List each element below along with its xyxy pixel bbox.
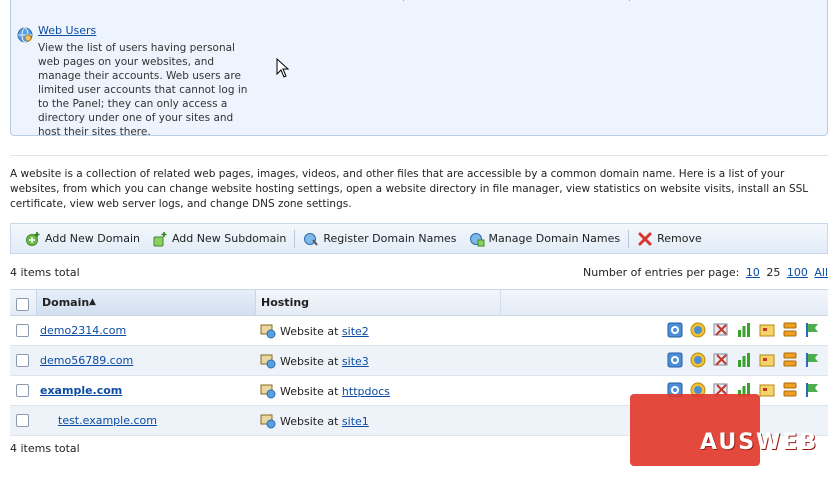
mouse-cursor-icon (276, 58, 290, 78)
add-new-domain-button[interactable]: Add New Domain (19, 228, 146, 250)
table-header: Domain ▲ Hosting (10, 290, 828, 316)
domain-column-header[interactable]: Domain ▲ (36, 290, 256, 315)
entries-per-page-label: Number of entries per page: (583, 266, 740, 279)
per-page-10[interactable]: 10 (746, 266, 760, 279)
watermark-text: AUSWEB (700, 430, 819, 455)
remove-button[interactable]: Remove (631, 228, 708, 250)
website-icon (260, 384, 276, 399)
open-in-browser-icon[interactable] (666, 351, 684, 369)
select-all-checkbox[interactable] (16, 298, 29, 311)
row-checkbox[interactable] (16, 414, 29, 427)
web-users-icon[interactable] (16, 26, 34, 44)
settings-tools-icon[interactable] (712, 351, 730, 369)
hosting-cell: Website at site2 (260, 323, 369, 339)
items-total-top: 4 items total (10, 266, 80, 279)
register-domain-names-button[interactable]: Register Domain Names (297, 228, 462, 250)
sort-ascending-icon: ▲ (89, 297, 96, 307)
toolbar-separator (294, 229, 296, 248)
hosting-cell: Website at site1 (260, 413, 369, 429)
subdomain-link[interactable]: test.example.com (58, 414, 157, 427)
column-divider (500, 290, 501, 315)
website-icon (260, 324, 276, 339)
domain-link[interactable]: demo2314.com (40, 324, 126, 337)
hosting-prefix: Website at (280, 354, 339, 368)
web-users-description: View the list of users having personal w… (38, 42, 248, 138)
hosting-cell: Website at httpdocs (260, 383, 390, 399)
hosting-target-link[interactable]: site3 (342, 355, 369, 368)
divider-tick (629, 0, 630, 1)
website-icon (260, 354, 276, 369)
items-total-bottom: 4 items total (10, 442, 80, 455)
add-domain-icon (26, 231, 40, 246)
remove-icon (638, 232, 652, 245)
hosting-target-link[interactable]: site1 (342, 415, 369, 428)
dns-settings-icon[interactable] (804, 381, 822, 399)
hosting-prefix: Website at (280, 324, 339, 338)
toolbar-separator (628, 229, 630, 248)
hosting-column-header[interactable]: Hosting (261, 296, 309, 309)
database-icon[interactable] (781, 381, 799, 399)
web-users-link[interactable]: Web Users (38, 24, 96, 37)
hosting-target-link[interactable]: httpdocs (342, 385, 390, 398)
per-page-all[interactable]: All (814, 266, 828, 279)
manage-domain-names-label: Manage Domain Names (488, 232, 621, 245)
add-new-domain-label: Add New Domain (45, 232, 140, 245)
row-actions (666, 351, 827, 369)
separator (10, 155, 828, 156)
add-new-subdomain-button[interactable]: Add New Subdomain (146, 228, 292, 250)
per-page-25-selected: 25 (766, 266, 781, 279)
web-browser-globe-icon[interactable] (689, 351, 707, 369)
statistics-chart-icon[interactable] (735, 321, 753, 339)
domain-link-primary[interactable]: example.com (40, 384, 122, 397)
row-checkbox[interactable] (16, 354, 29, 367)
domain-link[interactable]: demo56789.com (40, 354, 133, 367)
divider-tick (403, 0, 404, 1)
domains-toolbar: Add New Domain Add New Subdomain Registe… (10, 223, 828, 254)
hosting-cell: Website at site3 (260, 353, 369, 369)
add-subdomain-icon (153, 231, 167, 246)
ssl-certificate-icon[interactable] (758, 381, 776, 399)
register-domain-icon (304, 232, 319, 246)
row-actions (666, 321, 827, 339)
row-checkbox[interactable] (16, 384, 29, 397)
hosting-prefix: Website at (280, 414, 339, 428)
websites-intro-text: A website is a collection of related web… (10, 168, 809, 210)
register-domain-names-label: Register Domain Names (323, 232, 457, 245)
statistics-chart-icon[interactable] (735, 351, 753, 369)
website-icon (260, 414, 276, 429)
remove-label: Remove (657, 232, 702, 245)
domain-header-label: Domain (42, 296, 90, 309)
settings-tools-icon[interactable] (712, 321, 730, 339)
open-in-browser-icon[interactable] (666, 321, 684, 339)
entries-per-page: Number of entries per page: 10 25 100 Al… (580, 266, 828, 279)
web-browser-globe-icon[interactable] (689, 321, 707, 339)
database-icon[interactable] (781, 351, 799, 369)
dns-settings-icon[interactable] (804, 321, 822, 339)
add-new-subdomain-label: Add New Subdomain (171, 232, 287, 245)
per-page-100[interactable]: 100 (787, 266, 808, 279)
manage-domain-icon (469, 232, 485, 246)
manage-domain-names-button[interactable]: Manage Domain Names (463, 228, 627, 250)
ssl-certificate-icon[interactable] (758, 321, 776, 339)
table-row: demo56789.com Website at site3 (10, 346, 828, 376)
hosting-target-link[interactable]: site2 (342, 325, 369, 338)
hosting-prefix: Website at (280, 384, 339, 398)
row-checkbox[interactable] (16, 324, 29, 337)
database-icon[interactable] (781, 321, 799, 339)
dns-settings-icon[interactable] (804, 351, 822, 369)
ssl-certificate-icon[interactable] (758, 351, 776, 369)
table-row: demo2314.com Website at site2 (10, 316, 828, 346)
